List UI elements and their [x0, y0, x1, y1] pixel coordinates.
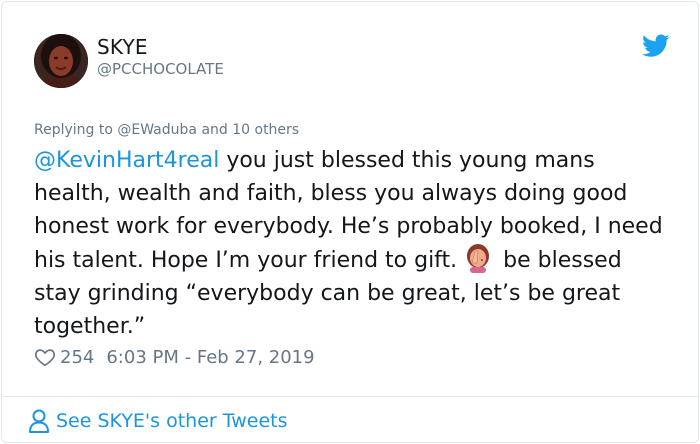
see-other-tweets-link[interactable]: See SKYE's other Tweets	[28, 407, 287, 435]
avatar-photo	[34, 34, 88, 88]
avatar[interactable]	[34, 34, 88, 88]
like-count[interactable]: 254	[60, 347, 94, 368]
see-other-tweets-label[interactable]: See SKYE's other Tweets	[56, 410, 287, 432]
face-palm-woman-emoji	[463, 243, 493, 273]
reply-suffix[interactable]: and 10 others	[201, 122, 299, 138]
twitter-bird-icon[interactable]	[642, 34, 670, 58]
timestamp[interactable]: 6:03 PM - Feb 27, 2019	[106, 347, 314, 368]
display-name[interactable]: SKYE	[97, 35, 148, 59]
tweet-meta: 254 6:03 PM - Feb 27, 2019	[34, 344, 315, 370]
tweet-card: SKYE @PCCHOCOLATE Replying to @EWaduba a…	[1, 1, 699, 443]
reply-context: Replying to @EWaduba and 10 others	[34, 122, 299, 138]
reply-prefix: Replying to	[34, 122, 113, 138]
person-icon	[28, 408, 50, 434]
footer-divider	[2, 396, 698, 397]
reply-mention-link[interactable]: @EWaduba	[117, 122, 197, 138]
user-handle[interactable]: @PCCHOCOLATE	[97, 60, 224, 78]
tweet-text: @KevinHart4real you just blessed this yo…	[34, 144, 674, 343]
heart-icon[interactable]	[34, 346, 56, 368]
mention-link[interactable]: @KevinHart4real	[34, 148, 219, 173]
